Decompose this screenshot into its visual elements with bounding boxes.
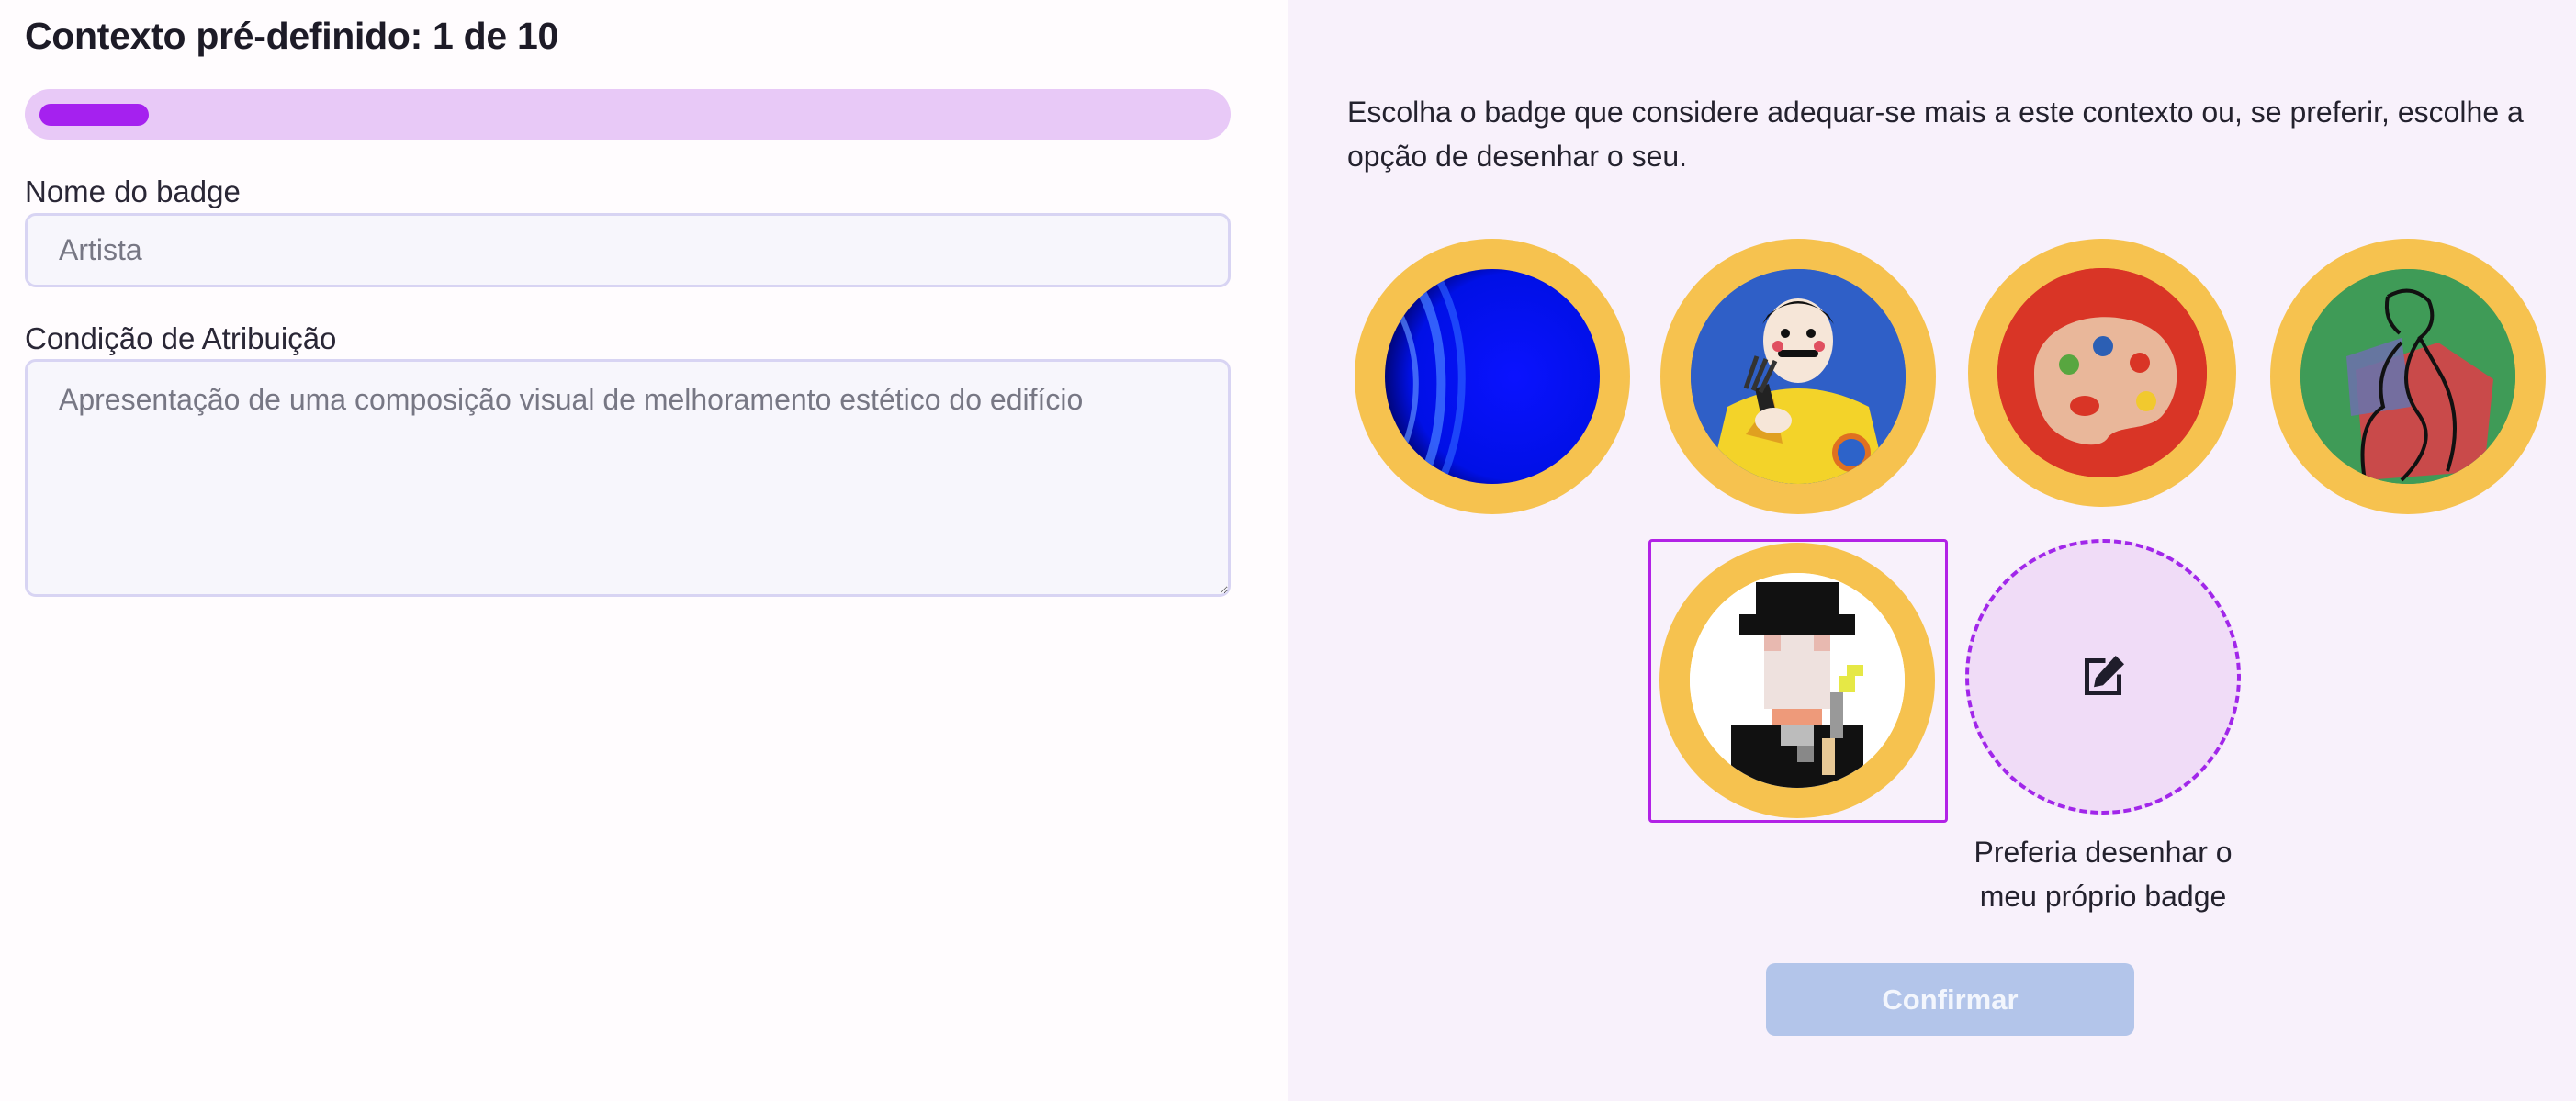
line-figure-icon xyxy=(2300,269,2515,484)
condition-label: Condição de Atribuição xyxy=(25,321,337,355)
edit-icon xyxy=(2085,656,2124,695)
badge-option-5[interactable] xyxy=(1659,543,1935,818)
badge-option-2[interactable] xyxy=(1660,239,1936,514)
paint-palette-icon xyxy=(1997,268,2207,477)
badge-option-4[interactable] xyxy=(2270,239,2546,514)
badge-option-3[interactable] xyxy=(1968,239,2236,507)
blue-swirl-icon xyxy=(1385,269,1600,484)
progress-fill xyxy=(39,104,149,126)
page-title: Contexto pré-definido: 1 de 10 xyxy=(25,15,558,57)
pixel-top-hat-man-icon xyxy=(1690,573,1905,788)
badge-option-1[interactable] xyxy=(1355,239,1630,514)
progress-bar xyxy=(25,89,1231,140)
confirm-button[interactable]: Confirmar xyxy=(1766,963,2134,1036)
painter-portrait-icon xyxy=(1691,269,1906,484)
instructions-text: Escolha o badge que considere adequar-se… xyxy=(1347,95,2524,173)
badge-name-label: Nome do badge xyxy=(25,174,241,208)
badge-name-input[interactable] xyxy=(25,213,1231,287)
draw-own-badge-button[interactable] xyxy=(1965,539,2241,815)
draw-own-label: Preferia desenhar o meu próprio badge xyxy=(1974,836,2233,913)
condition-textarea[interactable] xyxy=(25,359,1231,597)
